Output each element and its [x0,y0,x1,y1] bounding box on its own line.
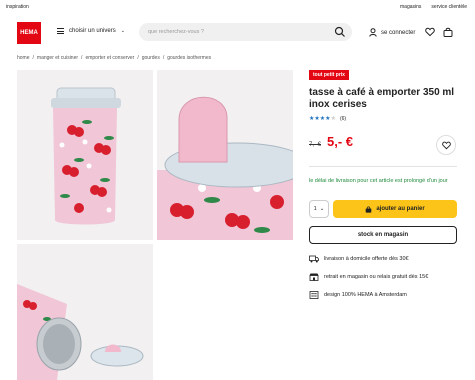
delivery-note: le délai de livraison pour cet article e… [309,178,448,184]
quantity-select[interactable]: 1 ⌄ [309,200,329,218]
current-price: 5,- € [327,134,354,149]
list-item: retrait en magasin ou relais gratuit dès… [309,273,428,281]
breadcrumb: home / manger et cuisiner / emporter et … [17,55,212,61]
breadcrumb-item[interactable]: emporter et conserver [85,55,134,61]
feature-text: retrait en magasin ou relais gratuit dès… [324,274,429,280]
lid-closeup-illustration [157,96,293,240]
favorite-button[interactable] [436,135,456,155]
add-to-cart-button[interactable]: ajouter au panier [333,200,457,218]
bag-icon[interactable] [443,27,453,37]
feature-text: livraison à domicile offerte dès 30€ [324,256,409,262]
login-label: se connecter [381,29,416,36]
feature-list: livraison à domicile offerte dès 30€ ret… [309,255,428,309]
feature-text: design 100% HEMA à Amsterdam [324,292,407,298]
list-item: livraison à domicile offerte dès 30€ [309,255,428,263]
truck-icon [309,255,319,263]
store-stock-label: stock en magasin [357,232,409,238]
search-input[interactable]: que recherchez-vous ? [139,23,352,41]
hamburger-icon [57,28,64,34]
add-to-cart-label: ajouter au panier [376,206,425,212]
product-image-main[interactable] [17,70,153,240]
divider [309,166,457,167]
chevron-down-icon: ⌄ [120,28,125,34]
star-icon: ★ [330,116,336,122]
breadcrumb-item[interactable]: gourdes isothermes [167,55,211,61]
store-stock-button[interactable]: stock en magasin [309,226,457,244]
rating-stars: ★★★★★ [309,115,336,122]
product-title: tasse à café à emporter 350 ml inox ceri… [309,87,455,110]
user-icon [369,28,377,37]
heart-icon [441,141,451,149]
review-count[interactable]: (6) [340,116,346,122]
site-header: HEMA choisir un univers ⌄ que recherchez… [0,22,475,44]
design-icon [309,291,319,299]
cart-bag-icon [366,206,372,213]
list-item: design 100% HEMA à Amsterdam [309,291,428,299]
menu-button[interactable]: choisir un univers ⌄ [57,28,125,34]
store-icon [309,273,319,281]
stores-link[interactable]: magasins [400,4,421,10]
heart-icon[interactable] [425,27,435,37]
hema-logo[interactable]: HEMA [17,22,41,44]
breadcrumb-item[interactable]: manger et cuisiner [37,55,78,61]
price-badge: tout petit prix [309,70,349,80]
login-button[interactable]: se connecter [369,28,415,37]
top-bar: inspiration magasins service clientèle [0,0,475,12]
quantity-value: 1 [313,206,317,212]
breadcrumb-item[interactable]: gourdes [142,55,160,61]
product-image-open[interactable] [17,244,153,380]
chevron-down-icon: ⌄ [319,206,325,212]
search-icon[interactable] [334,26,346,38]
old-price: 7,- € [309,142,322,148]
menu-label: choisir un univers [69,28,116,34]
rating[interactable]: ★★★★★ (6) [309,115,346,123]
breadcrumb-item[interactable]: home [17,55,30,61]
cup-front-illustration [51,87,121,225]
search-placeholder: que recherchez-vous ? [148,29,204,35]
inspiration-link[interactable]: inspiration [6,4,29,10]
product-image-lid-detail[interactable] [157,70,293,240]
price-block: 7,- € 5,- € [309,134,353,149]
cup-open-illustration [17,284,144,380]
customer-service-link[interactable]: service clientèle [431,4,467,10]
